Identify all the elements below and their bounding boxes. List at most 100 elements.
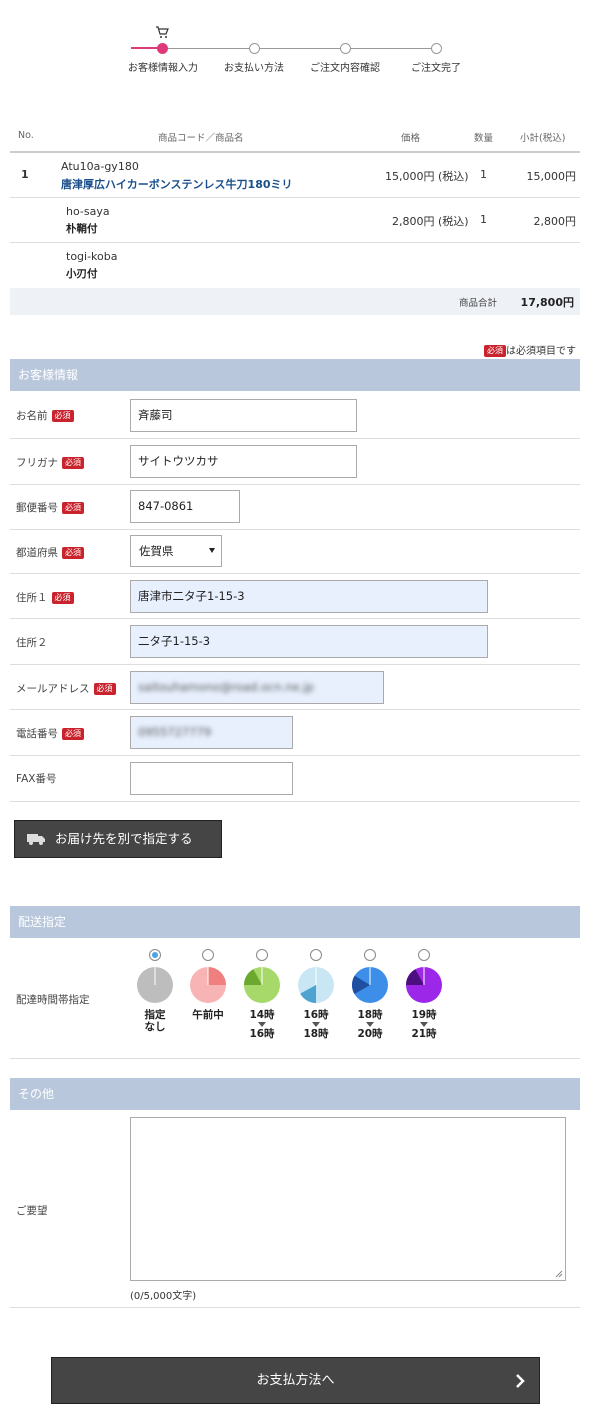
slot-line-2: なし: [144, 1021, 166, 1033]
product-name-link[interactable]: 唐津厚広ハイカーボンステンレス牛刀180ミリ: [61, 176, 293, 192]
triangle-down-icon: [258, 1022, 266, 1027]
delivery-slot-radio-5[interactable]: [364, 949, 376, 961]
slot-line-1: 14時: [249, 1009, 275, 1021]
delivery-slot-radio-2[interactable]: [202, 949, 214, 961]
section-delivery-title: 配送指定: [10, 906, 580, 938]
slot-line-2: 20時: [357, 1028, 383, 1040]
row-divider: [10, 438, 580, 439]
required-badge: 必須: [51, 592, 74, 604]
slot-line-1: 18時: [357, 1009, 383, 1021]
clock-icon[interactable]: [352, 967, 388, 1003]
total-label: 商品合計: [459, 298, 498, 309]
triangle-down-icon: [420, 1022, 428, 1027]
furigana-label: フリガナ 必須: [16, 455, 84, 470]
required-badge: 必須: [62, 728, 84, 740]
slot-line-1: 午前中: [192, 1009, 224, 1021]
option-code: ho-saya: [66, 205, 110, 218]
required-badge: 必須: [62, 547, 84, 559]
request-label: ご要望: [16, 1205, 48, 1217]
col-qty: 数量: [474, 133, 494, 144]
required-note: 必須 は必須項目です: [484, 342, 576, 357]
row-divider: [10, 1307, 580, 1308]
slot-line-1: 19時: [411, 1009, 437, 1021]
required-badge: 必須: [93, 683, 116, 695]
slot-line-2: 18時: [303, 1028, 329, 1040]
address1-label: 住所１ 必須: [16, 590, 74, 605]
next-payment-button[interactable]: お支払方法へ: [51, 1357, 540, 1404]
row-divider: [10, 618, 580, 619]
email-input[interactable]: saitouhamono@road.ocn.ne.jp: [130, 671, 384, 704]
option-qty: 1: [480, 213, 487, 226]
row-divider: [10, 197, 580, 198]
phone-input[interactable]: 0955727779: [130, 716, 293, 749]
truck-icon: [27, 834, 45, 845]
option-price: 2,800円 (税込): [392, 215, 469, 228]
delivery-slot-radio-6[interactable]: [418, 949, 430, 961]
email-value: saitouhamono@road.ocn.ne.jp: [138, 680, 314, 694]
col-name: 商品コード／商品名: [158, 133, 244, 144]
pref-select[interactable]: 佐賀県: [130, 535, 222, 567]
col-no: No.: [18, 130, 34, 141]
required-badge: 必須: [51, 410, 74, 422]
clock-icon[interactable]: [190, 967, 226, 1003]
delivery-slot-radio-1[interactable]: [149, 949, 161, 961]
step-dot-1: [157, 43, 168, 54]
step-dot-3: [340, 43, 351, 54]
delivery-time-label: 配達時間帯指定: [16, 994, 90, 1006]
row-divider: [10, 242, 580, 243]
name-label: お名前 必須: [16, 408, 74, 423]
ship-elsewhere-label: お届け先を別で指定する: [55, 831, 193, 846]
slot-line-2: 21時: [411, 1028, 437, 1040]
required-note-text: は必須項目です: [506, 346, 576, 357]
cart-icon: [156, 26, 169, 38]
phone-value: 0955727779: [138, 725, 212, 739]
char-counter: (0/5,000文字): [130, 1291, 197, 1302]
request-textarea[interactable]: [130, 1117, 566, 1281]
zip-input[interactable]: 847-0861: [130, 490, 240, 523]
slot-line-1: 指定: [144, 1009, 166, 1021]
address2-input[interactable]: 二タ子1-15-3: [130, 625, 488, 658]
clock-icon[interactable]: [298, 967, 334, 1003]
row-divider: [10, 1058, 580, 1059]
product-qty: 1: [480, 168, 487, 181]
clock-icon[interactable]: [244, 967, 280, 1003]
row-divider: [10, 755, 580, 756]
total-value: 17,800円: [520, 296, 574, 309]
required-badge: 必須: [62, 502, 84, 514]
clock-icon[interactable]: [137, 967, 173, 1003]
section-other-title: その他: [10, 1078, 580, 1110]
row-divider: [10, 709, 580, 710]
delivery-slot-radio-4[interactable]: [310, 949, 322, 961]
col-price: 価格: [401, 133, 421, 144]
required-badge: 必須: [484, 345, 506, 357]
table-header-divider: [10, 151, 580, 153]
clock-icon[interactable]: [406, 967, 442, 1003]
name-input[interactable]: 斉藤司: [130, 399, 357, 432]
phone-label: 電話番号 必須: [16, 726, 84, 741]
col-subtotal: 小計(税込): [520, 133, 566, 144]
chevron-down-icon: [209, 548, 215, 553]
fax-input[interactable]: [130, 762, 293, 795]
step-label-4: ご注文完了: [411, 63, 461, 74]
row-divider: [10, 801, 580, 802]
delivery-slot-label-3: 14時 16時: [240, 1009, 284, 1040]
delivery-slot-label-4: 16時 18時: [294, 1009, 338, 1040]
next-payment-label: お支払方法へ: [256, 1373, 335, 1388]
resize-handle-icon[interactable]: [555, 1270, 563, 1278]
product-code: Atu10a-gy180: [61, 160, 139, 173]
step-label-2: お支払い方法: [224, 63, 284, 74]
option-name: 朴鞘付: [66, 223, 98, 235]
row-divider: [10, 484, 580, 485]
steps-line: [131, 48, 438, 49]
address1-input[interactable]: 唐津市二タ子1-15-3: [130, 580, 488, 613]
ship-elsewhere-button[interactable]: お届け先を別で指定する: [14, 820, 222, 858]
option-subtotal: 2,800円: [533, 215, 577, 228]
section-customer-title: お客様情報: [10, 359, 580, 391]
product-subtotal: 15,000円: [526, 170, 577, 183]
delivery-slot-radio-3[interactable]: [256, 949, 268, 961]
product-price: 15,000円 (税込): [385, 170, 469, 183]
slot-line-1: 16時: [303, 1009, 329, 1021]
furigana-input[interactable]: サイトウツカサ: [130, 445, 357, 478]
slot-line-2: 16時: [249, 1028, 275, 1040]
option-code: togi-koba: [66, 250, 118, 263]
